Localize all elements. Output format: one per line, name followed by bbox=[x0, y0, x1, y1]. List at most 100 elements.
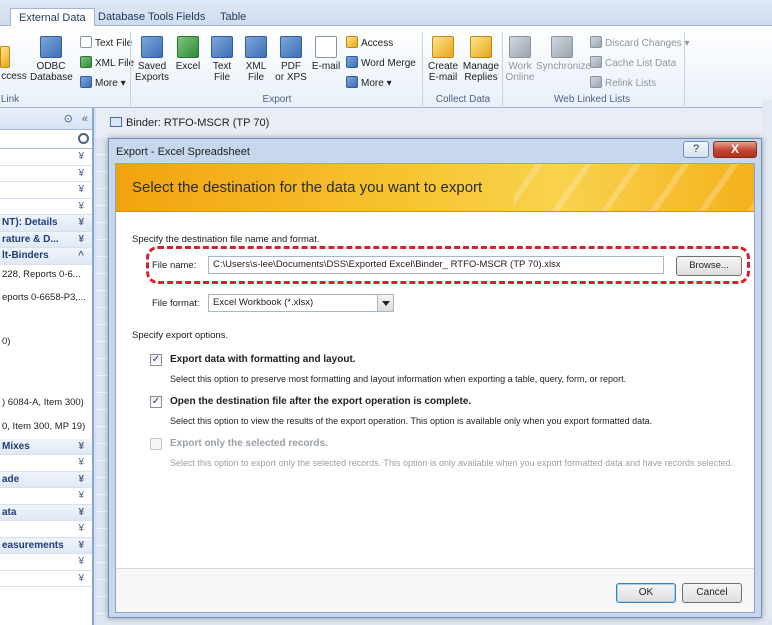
export-text-file-button[interactable]: Text File bbox=[206, 36, 238, 83]
nav-collapse-icon[interactable]: « bbox=[82, 113, 88, 125]
close-button[interactable]: X bbox=[713, 141, 757, 158]
word-merge-icon bbox=[346, 56, 358, 68]
nav-group-row[interactable]: ¥ bbox=[0, 199, 92, 215]
group-separator bbox=[684, 32, 685, 106]
nav-group-row[interactable]: ¥ bbox=[0, 554, 92, 571]
saved-exports-label-1: Saved bbox=[137, 61, 167, 72]
create-email-label-1: Create bbox=[427, 61, 458, 72]
export-access-button[interactable]: Access bbox=[346, 36, 393, 49]
create-email-button[interactable]: Create E-mail bbox=[424, 36, 462, 83]
export-excel-label: Excel bbox=[175, 61, 201, 72]
more-import-button[interactable]: More ▾ bbox=[80, 76, 126, 89]
dialog-banner: Select the destination for the data you … bbox=[116, 164, 754, 212]
chevron-down-icon: ¥ bbox=[78, 233, 84, 245]
discard-changes-button[interactable]: Discard Changes ▾ bbox=[590, 36, 690, 49]
nav-group-data[interactable]: ata ¥ bbox=[0, 504, 92, 521]
help-button[interactable]: ? bbox=[683, 141, 709, 158]
nav-menu-icon[interactable]: ⊙ bbox=[64, 113, 73, 125]
nav-group-literature[interactable]: rature & D... ¥ bbox=[0, 231, 92, 248]
export-text-label-1: Text bbox=[212, 61, 232, 72]
nav-item[interactable]: 0, Item 300, MP 19) bbox=[0, 415, 92, 439]
saved-exports-label-2: Exports bbox=[135, 72, 169, 83]
nav-item[interactable] bbox=[0, 373, 92, 391]
work-online-button[interactable]: Work Online bbox=[504, 36, 536, 83]
document-tab[interactable]: Binder: RTFO-MSCR (TP 70) bbox=[110, 117, 269, 129]
tab-fields[interactable]: Fields bbox=[168, 8, 213, 26]
nav-group-row[interactable]: ¥ bbox=[0, 571, 92, 587]
nav-search-box[interactable] bbox=[0, 130, 92, 149]
odbc-label-2: Database bbox=[30, 72, 73, 83]
create-email-label-2: E-mail bbox=[428, 72, 458, 83]
nav-group-measurements[interactable]: easurements ¥ bbox=[0, 537, 92, 554]
export-access-label: Access bbox=[361, 38, 394, 49]
nav-group-grade[interactable]: ade ¥ bbox=[0, 471, 92, 488]
tab-external-data[interactable]: External Data bbox=[10, 8, 95, 27]
nav-item[interactable] bbox=[0, 311, 92, 329]
checkbox-open-destination[interactable]: ✓ bbox=[150, 396, 162, 408]
access-import-label: ccess bbox=[1, 71, 27, 82]
nav-group-row[interactable]: ¥ bbox=[0, 166, 92, 182]
text-file-import-label: Text File bbox=[95, 38, 133, 49]
tab-table[interactable]: Table bbox=[212, 8, 254, 26]
nav-group-mixes[interactable]: Mixes ¥ bbox=[0, 438, 92, 455]
nav-item[interactable]: eports 0-6658-P3,... bbox=[0, 285, 92, 311]
navigation-pane: ⊙ « ¥ ¥ ¥ ¥ NT): Details ¥ rature & D... ¥… bbox=[0, 108, 94, 625]
manage-replies-button[interactable]: Manage Replies bbox=[462, 36, 500, 83]
more-export-label: More bbox=[361, 78, 384, 89]
chevron-down-icon: ¥ bbox=[78, 457, 84, 468]
group-label-link: Link bbox=[0, 94, 20, 105]
xml-file-import-label: XML File bbox=[95, 58, 135, 69]
checkbox-export-with-formatting[interactable]: ✓ bbox=[150, 354, 162, 366]
nav-item[interactable] bbox=[0, 355, 92, 373]
group-label-collect-data: Collect Data bbox=[435, 94, 491, 105]
more-export-button[interactable]: More ▾ bbox=[346, 76, 392, 89]
nav-item[interactable]: 0) bbox=[0, 329, 92, 355]
export-email-label: E-mail bbox=[311, 61, 341, 72]
work-online-icon bbox=[509, 36, 531, 58]
destination-instructions: Specify the destination file name and fo… bbox=[132, 234, 320, 245]
manage-replies-label-1: Manage bbox=[462, 61, 500, 72]
nav-group-row[interactable]: ¥ bbox=[0, 521, 92, 538]
file-format-select[interactable]: Excel Workbook (*.xlsx) bbox=[208, 294, 394, 312]
excel-icon bbox=[177, 36, 199, 58]
nav-group-row[interactable]: ¥ bbox=[0, 149, 92, 166]
table-icon bbox=[110, 117, 122, 127]
synchronize-button[interactable]: Synchronize bbox=[536, 36, 591, 72]
nav-group-details[interactable]: NT): Details ¥ bbox=[0, 215, 92, 232]
vertical-scrollbar[interactable] bbox=[762, 100, 772, 618]
relink-lists-button[interactable]: Relink Lists bbox=[590, 76, 656, 89]
cache-list-data-button[interactable]: Cache List Data bbox=[590, 56, 676, 69]
nav-item[interactable]: 228, Reports 0-6... bbox=[0, 265, 92, 285]
text-file-import-button[interactable]: Text File bbox=[80, 36, 132, 49]
more-import-label: More bbox=[95, 78, 118, 89]
checkbox-selected-records[interactable] bbox=[150, 438, 162, 450]
chevron-down-icon: ¥ bbox=[78, 184, 84, 195]
nav-pane-header: ⊙ « bbox=[0, 108, 92, 130]
cancel-button[interactable]: Cancel bbox=[682, 583, 742, 603]
word-merge-button[interactable]: Word Merge bbox=[346, 56, 416, 69]
help-icon: ? bbox=[692, 143, 700, 155]
group-separator bbox=[502, 32, 503, 106]
nav-item[interactable]: ) 6084-A, Item 300) bbox=[0, 391, 92, 415]
xml-file-import-button[interactable]: XML File bbox=[80, 56, 134, 69]
word-merge-label: Word Merge bbox=[361, 58, 416, 69]
manage-replies-icon bbox=[470, 36, 492, 58]
export-pdf-button[interactable]: PDF or XPS bbox=[274, 36, 308, 83]
saved-exports-button[interactable]: Saved Exports bbox=[134, 36, 170, 83]
access-import-button[interactable]: ccess bbox=[0, 46, 28, 82]
ok-button[interactable]: OK bbox=[616, 583, 676, 603]
nav-group-row[interactable]: ¥ bbox=[0, 182, 92, 199]
chevron-down-icon: ¥ bbox=[78, 167, 84, 179]
nav-group-label: easurements bbox=[2, 539, 64, 551]
nav-group-binders[interactable]: lt-Binders ^ bbox=[0, 248, 92, 265]
export-xml-file-button[interactable]: XML File bbox=[240, 36, 272, 83]
nav-group-row[interactable]: ¥ bbox=[0, 455, 92, 472]
odbc-database-button[interactable]: ODBC Database bbox=[30, 36, 73, 83]
export-email-button[interactable]: E-mail bbox=[308, 36, 344, 72]
export-pdf-label-2: or XPS bbox=[275, 72, 307, 83]
file-format-value: Excel Workbook (*.xlsx) bbox=[213, 297, 314, 308]
chevron-down-icon: ¥ bbox=[78, 200, 84, 212]
nav-group-row[interactable]: ¥ bbox=[0, 488, 92, 505]
option-desc-formatting: Select this option to preserve most form… bbox=[170, 374, 627, 384]
export-excel-button[interactable]: Excel bbox=[172, 36, 204, 72]
